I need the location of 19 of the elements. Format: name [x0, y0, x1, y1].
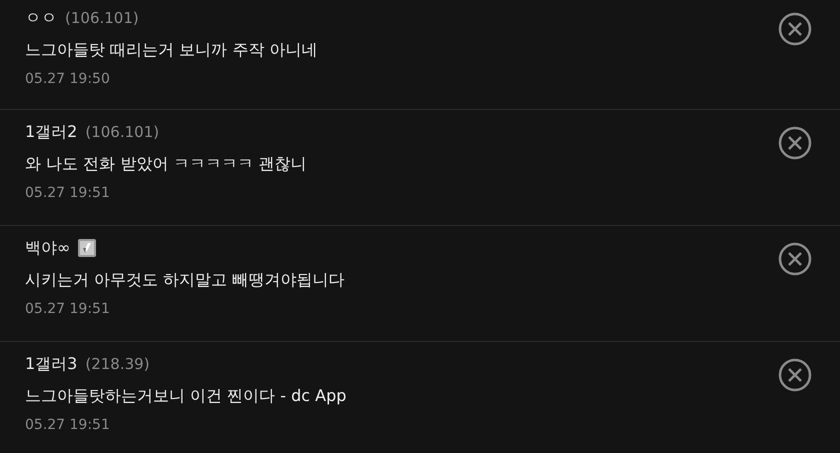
comment-time: 05.27 19:51: [25, 416, 111, 435]
comment-text: 와 나도 전화 받았어 ㅋㅋㅋㅋㅋ 괜찮니: [25, 153, 306, 175]
delete-button[interactable]: [778, 358, 812, 392]
author-name: 1갤러3: [25, 353, 78, 375]
comment-text: 느그아들탓 때리는거 보니까 주작 아니네: [25, 39, 318, 61]
delete-button[interactable]: [778, 126, 812, 160]
comment-time: 05.27 19:51: [25, 184, 111, 203]
comment-text: 시키는거 아무것도 하지말고 빼땡겨야됩니다: [25, 269, 344, 291]
author-name: 1갤러2: [25, 121, 78, 143]
author-name: 백야∞: [25, 237, 70, 259]
comment-time: 05.27 19:51: [25, 300, 111, 319]
ip-address: (218.39): [85, 354, 150, 375]
comment-time: 05.27 19:50: [25, 70, 111, 89]
ip-address: (106.101): [85, 122, 160, 143]
delete-button[interactable]: [778, 242, 812, 276]
comment-text: 느그아들탓하는거보니 이건 찐이다 - dc App: [25, 385, 346, 407]
delete-button[interactable]: [778, 12, 812, 46]
author-name: ㅇㅇ: [25, 7, 57, 29]
ip-address: (106.101): [65, 8, 139, 29]
